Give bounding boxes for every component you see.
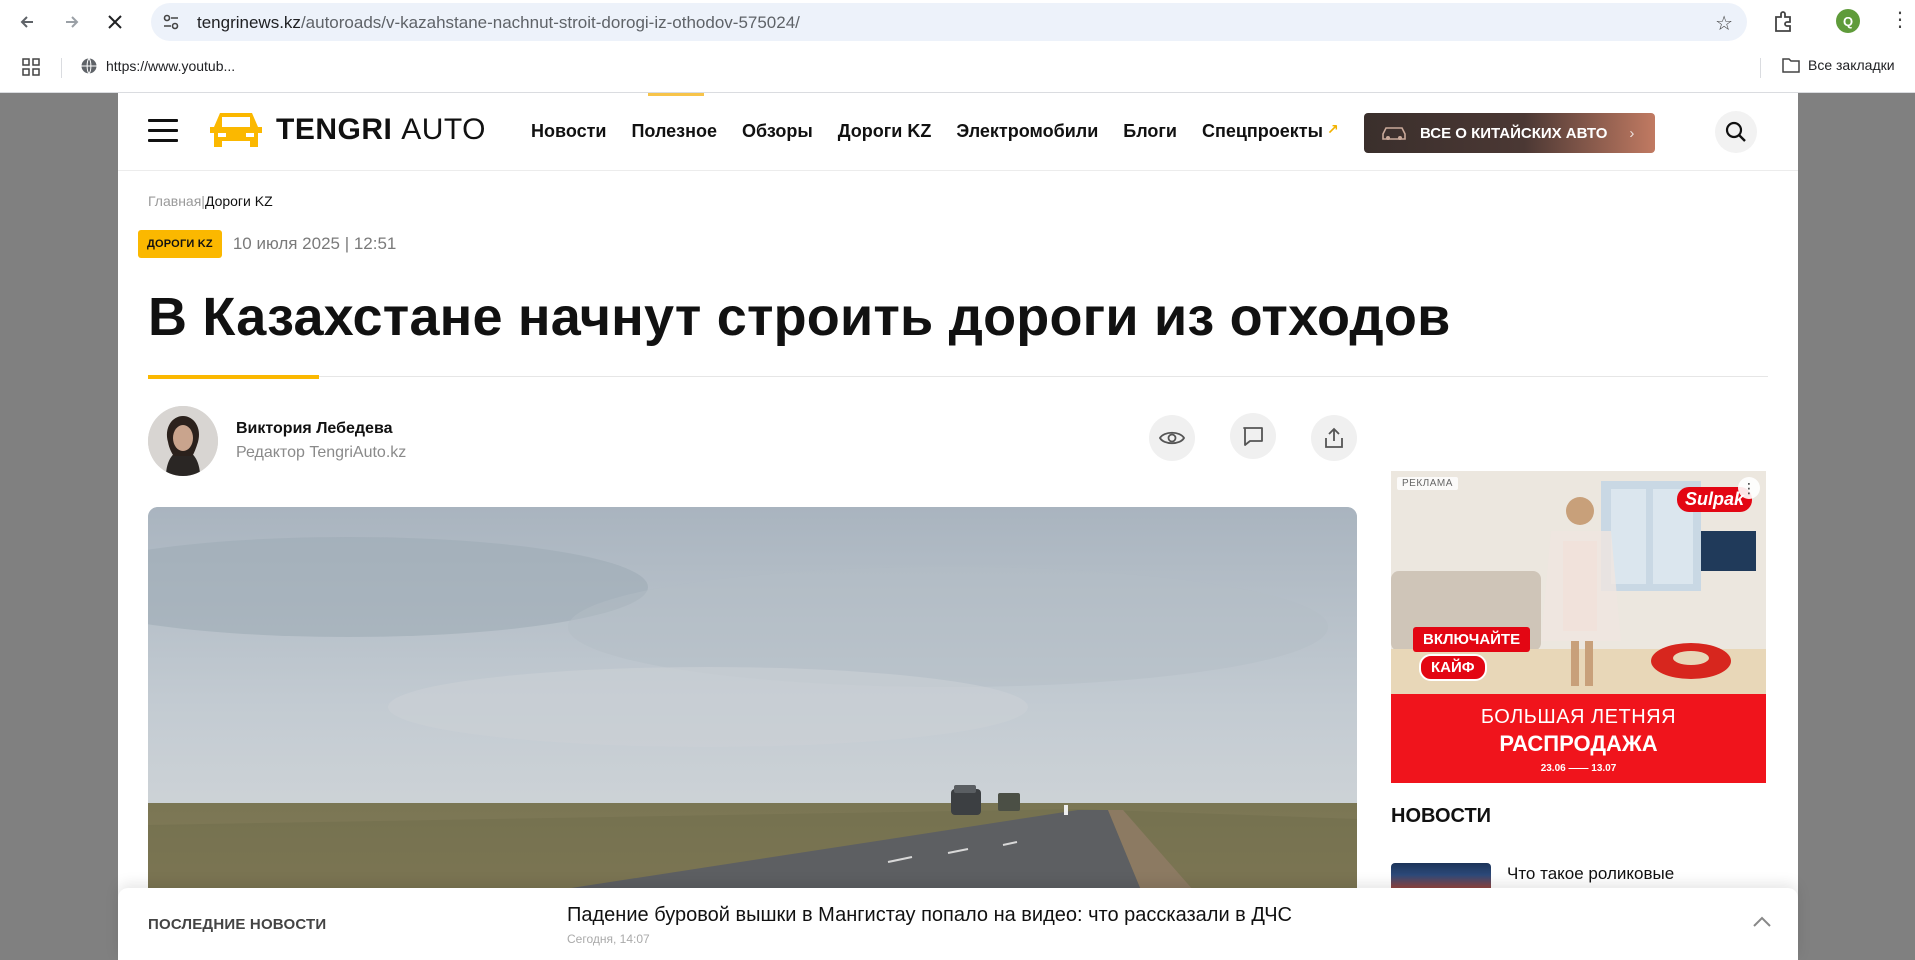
nav-item-reviews[interactable]: Обзоры (742, 121, 813, 142)
road-photo (148, 507, 1357, 907)
title-accent-bar (148, 375, 319, 379)
ad-options-icon[interactable]: ⋮ (1738, 477, 1760, 499)
chevron-right-icon: › (1629, 124, 1635, 142)
nav-item-special-label: Спецпроекты (1201, 121, 1323, 141)
url-path: /autoroads/v-kazahstane-nachnut-stroit-d… (300, 13, 800, 32)
breadcrumb-home[interactable]: Главная (148, 193, 201, 209)
browser-menu-icon[interactable]: ⋮ (1890, 10, 1910, 30)
eye-icon (1159, 431, 1185, 445)
author-block: Виктория Лебедева Редактор TengriAuto.kz (148, 406, 406, 476)
nav-item-special[interactable]: Спецпроекты ↗ (1202, 121, 1339, 142)
author-info: Виктория Лебедева Редактор TengriAuto.kz (236, 420, 406, 462)
stop-loading-button[interactable] (100, 8, 130, 36)
sidebar-news-heading: НОВОСТИ (1391, 805, 1492, 827)
logo-bold: TENGRI (276, 113, 393, 146)
breadcrumb: Главная|Дороги KZ (148, 193, 273, 209)
author-role: Редактор TengriAuto.kz (236, 444, 407, 461)
nav-item-ev[interactable]: Электромобили (956, 121, 1098, 142)
folder-icon (1782, 58, 1800, 73)
article-title: В Казахстане начнут строить дороги из от… (148, 287, 1451, 347)
nav-item-news[interactable]: Новости (531, 121, 606, 142)
main-navigation: Новости Полезное Обзоры Дороги KZ Электр… (531, 121, 1339, 142)
car-outline-icon (1382, 127, 1406, 140)
external-arrow-icon: ↗ (1327, 121, 1339, 137)
category-tag[interactable]: ДОРОГИ KZ (138, 230, 222, 258)
site-logo[interactable]: TENGRI AUTO (208, 107, 486, 153)
url-host: tengrinews.kz (197, 13, 301, 32)
author-avatar[interactable] (148, 406, 218, 476)
ticker-label: ПОСЛЕДНИЕ НОВОСТИ (148, 916, 327, 933)
car-logo-icon (210, 113, 262, 147)
menu-burger-icon[interactable] (148, 119, 178, 143)
ticker-headline[interactable]: Падение буровой вышки в Мангистау попало… (567, 904, 1292, 927)
nav-item-useful[interactable]: Полезное (631, 121, 717, 142)
extensions-puzzle-icon[interactable] (1770, 9, 1796, 35)
browser-chrome: tengrinews.kz/autoroads/v-kazahstane-nac… (0, 0, 1915, 93)
bookmark-separator (61, 58, 62, 78)
article-meta: ДОРОГИ KZ 10 июля 2025 | 12:51 (138, 230, 396, 258)
ad-sale-panel: БОЛЬШАЯ ЛЕТНЯЯ РАСПРОДАЖА 23.06 —— 13.07 (1391, 694, 1766, 783)
share-button[interactable] (1311, 415, 1357, 461)
chinese-cars-button[interactable]: ВСЕ О КИТАЙСКИХ АВТО › (1364, 113, 1655, 153)
bookmark-label: https://www.youtub... (106, 58, 236, 74)
search-button[interactable] (1715, 111, 1757, 153)
site-header: TENGRI AUTO Новости Полезное Обзоры Доро… (118, 93, 1798, 171)
views-button[interactable] (1149, 415, 1195, 461)
article-hero-image (148, 507, 1357, 907)
arrow-right-icon (66, 16, 79, 28)
ad-badge-secondary: КАЙФ (1419, 654, 1487, 681)
breadcrumb-current[interactable]: Дороги KZ (205, 193, 273, 209)
forward-button[interactable] (57, 8, 87, 36)
logo-light: AUTO (401, 113, 486, 146)
arrow-left-icon (20, 16, 33, 28)
share-icon (1325, 427, 1343, 448)
nav-item-blogs[interactable]: Блоги (1123, 121, 1177, 142)
search-icon (1725, 121, 1746, 142)
advertisement-banner[interactable]: РЕКЛАМА Sulpak ⋮ ВКЛЮЧАЙТЕ КАЙФ БОЛЬШАЯ … (1391, 471, 1766, 783)
ad-label: РЕКЛАМА (1397, 477, 1458, 490)
ad-sale-line1: БОЛЬШАЯ ЛЕТНЯЯ (1480, 706, 1677, 728)
comment-icon (1243, 427, 1263, 446)
profile-avatar[interactable]: Q (1836, 9, 1860, 33)
address-bar[interactable]: tengrinews.kz/autoroads/v-kazahstane-nac… (151, 3, 1747, 41)
bookmark-star-icon[interactable]: ☆ (1715, 11, 1733, 36)
publish-date: 10 июля 2025 | 12:51 (232, 234, 397, 253)
url-text: tengrinews.kz/autoroads/v-kazahstane-nac… (197, 13, 800, 33)
ticker-time: Сегодня, 14:07 (567, 932, 650, 946)
comments-button[interactable] (1230, 413, 1276, 459)
site-container: TENGRI AUTO Новости Полезное Обзоры Доро… (118, 93, 1798, 960)
news-item-title[interactable]: Что такое роликовые (1507, 864, 1674, 884)
browser-toolbar: tengrinews.kz/autoroads/v-kazahstane-nac… (0, 0, 1915, 44)
nav-item-roads-kz[interactable]: Дороги KZ (838, 121, 932, 142)
ad-sale-dates: 23.06 —— 13.07 (1540, 763, 1617, 774)
all-bookmarks-button[interactable]: Все закладки (1782, 57, 1895, 73)
ad-badge-primary: ВКЛЮЧАЙТЕ (1413, 627, 1531, 652)
bookmark-separator (1760, 58, 1761, 78)
ad-sale-line2: РАСПРОДАЖА (1499, 731, 1658, 756)
bookmark-youtube[interactable]: https://www.youtub... (80, 57, 235, 75)
globe-icon (81, 58, 97, 74)
author-name[interactable]: Виктория Лебедева (236, 420, 406, 438)
back-button[interactable] (12, 8, 42, 36)
bookmarks-bar: https://www.youtub... Все закладки (0, 50, 1915, 84)
site-info-icon[interactable] (161, 12, 181, 32)
title-divider (148, 376, 1768, 377)
chinese-cars-label: ВСЕ О КИТАЙСКИХ АВТО (1420, 124, 1608, 142)
all-bookmarks-label: Все закладки (1808, 57, 1895, 73)
close-icon (108, 15, 122, 29)
logo-text: TENGRI AUTO (276, 113, 486, 147)
apps-grid-icon[interactable] (22, 58, 40, 76)
latest-news-ticker: ПОСЛЕДНИЕ НОВОСТИ Падение буровой вышки … (118, 888, 1798, 960)
chevron-up-icon[interactable] (1751, 911, 1773, 933)
